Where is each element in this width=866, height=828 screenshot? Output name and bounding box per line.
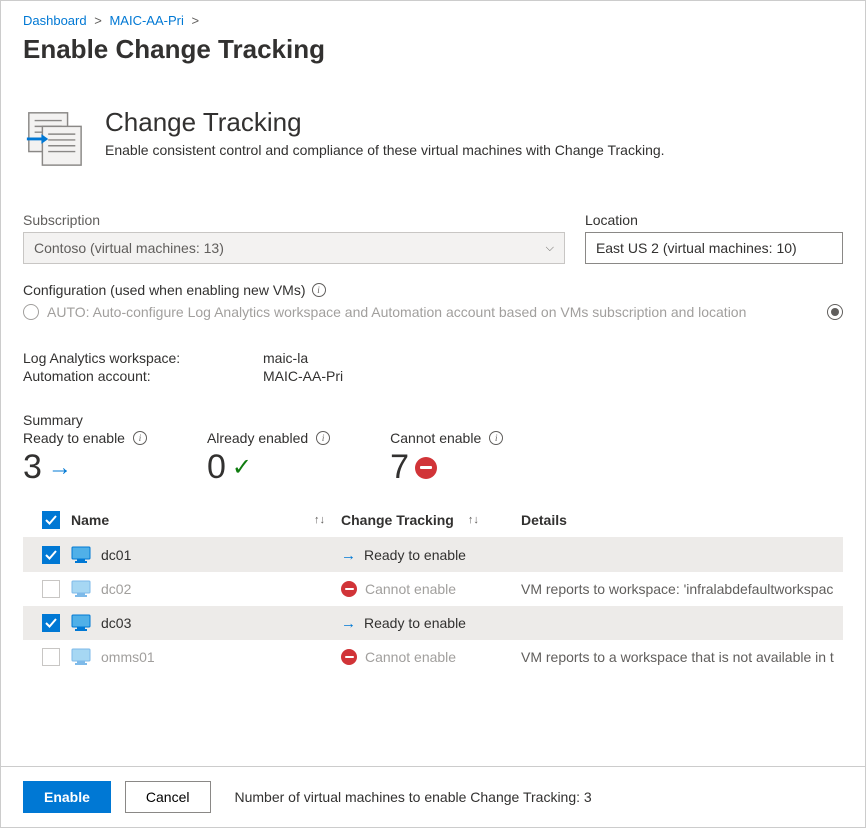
subscription-select[interactable]: Contoso (virtual machines: 13) ⌵: [23, 232, 565, 264]
log-analytics-workspace-label: Log Analytics workspace:: [23, 350, 263, 366]
info-icon[interactable]: i: [489, 431, 503, 445]
error-icon: [415, 457, 437, 479]
table-row[interactable]: dc02 Cannot enable VM reports to workspa…: [23, 572, 843, 606]
row-checkbox[interactable]: [42, 546, 60, 564]
automation-account-value: MAIC-AA-Pri: [263, 368, 343, 384]
page-title: Enable Change Tracking: [23, 34, 843, 65]
summary-label: Summary: [23, 412, 843, 428]
chevron-right-icon: >: [191, 13, 199, 28]
hero-subtitle: Enable consistent control and compliance…: [105, 142, 665, 158]
table-row[interactable]: dc03 → Ready to enable: [23, 606, 843, 640]
arrow-right-icon: →: [341, 547, 356, 564]
info-icon[interactable]: i: [133, 431, 147, 445]
table-body: dc01 → Ready to enable dc02 Cannot enabl…: [23, 538, 843, 674]
vm-details: VM reports to workspace: 'infralabdefaul…: [521, 581, 843, 597]
vm-name: dc02: [101, 581, 131, 597]
summary-ready-label: Ready to enable: [23, 430, 125, 446]
location-value: East US 2 (virtual machines: 10): [596, 233, 797, 263]
summary-ready: Ready to enable i 3 →: [23, 430, 147, 487]
summary-cannot-count: 7: [390, 448, 409, 487]
breadcrumb-dashboard[interactable]: Dashboard: [23, 13, 87, 28]
radio-auto-label: AUTO: Auto-configure Log Analytics works…: [47, 304, 746, 320]
vm-status: Ready to enable: [364, 547, 466, 563]
column-status-header[interactable]: Change Tracking: [341, 512, 454, 528]
subscription-label: Subscription: [23, 212, 565, 228]
row-checkbox: [42, 648, 60, 666]
vm-icon: [71, 614, 91, 632]
column-details-header[interactable]: Details: [521, 512, 567, 528]
summary-ready-count: 3: [23, 448, 42, 487]
table-row[interactable]: dc01 → Ready to enable: [23, 538, 843, 572]
info-icon[interactable]: i: [312, 283, 326, 297]
table-header: Name ↑↓ Change Tracking ↑↓ Details: [23, 503, 843, 538]
vm-name: omms01: [101, 649, 155, 665]
arrow-right-icon: →: [341, 615, 356, 632]
automation-account-label: Automation account:: [23, 368, 263, 384]
check-icon: ✓: [232, 453, 252, 482]
footer-status-text: Number of virtual machines to enable Cha…: [235, 789, 592, 805]
table-row[interactable]: omms01 Cannot enable VM reports to a wor…: [23, 640, 843, 674]
radio-auto[interactable]: [23, 304, 39, 320]
breadcrumb-resource[interactable]: MAIC-AA-Pri: [109, 13, 183, 28]
row-checkbox[interactable]: [42, 614, 60, 632]
column-name-header[interactable]: Name: [71, 512, 109, 528]
vm-status: Ready to enable: [364, 615, 466, 631]
chevron-right-icon: >: [94, 13, 102, 28]
summary-already: Already enabled i 0 ✓: [207, 430, 330, 487]
select-all-checkbox[interactable]: [42, 511, 60, 529]
vm-icon: [71, 648, 91, 666]
vm-icon: [71, 546, 91, 564]
vm-status: Cannot enable: [365, 581, 456, 597]
vm-name: dc03: [101, 615, 131, 631]
info-icon[interactable]: i: [316, 431, 330, 445]
summary-cannot: Cannot enable i 7: [390, 430, 503, 487]
error-icon: [341, 649, 357, 665]
log-analytics-workspace-value: maic-la: [263, 350, 308, 366]
chevron-down-icon: ⌵: [546, 233, 554, 263]
location-label: Location: [585, 212, 843, 228]
sort-icon[interactable]: ↑↓: [314, 514, 325, 526]
hero-title: Change Tracking: [105, 107, 665, 138]
summary-already-label: Already enabled: [207, 430, 308, 446]
breadcrumb: Dashboard > MAIC-AA-Pri >: [23, 13, 843, 28]
vm-details: VM reports to a workspace that is not av…: [521, 649, 843, 665]
cancel-button[interactable]: Cancel: [125, 781, 211, 813]
radio-custom[interactable]: [827, 304, 843, 320]
location-select[interactable]: East US 2 (virtual machines: 10): [585, 232, 843, 264]
error-icon: [341, 581, 357, 597]
summary-already-count: 0: [207, 448, 226, 487]
arrow-right-icon: →: [48, 454, 72, 482]
change-tracking-icon: [23, 107, 85, 172]
subscription-value: Contoso (virtual machines: 13): [34, 233, 224, 263]
hero-section: Change Tracking Enable consistent contro…: [23, 107, 843, 172]
row-checkbox: [42, 580, 60, 598]
footer: Enable Cancel Number of virtual machines…: [1, 766, 865, 827]
configuration-label: Configuration (used when enabling new VM…: [23, 282, 306, 298]
vm-status: Cannot enable: [365, 649, 456, 665]
vm-icon: [71, 580, 91, 598]
sort-icon[interactable]: ↑↓: [468, 514, 479, 526]
summary-cannot-label: Cannot enable: [390, 430, 481, 446]
enable-button[interactable]: Enable: [23, 781, 111, 813]
vm-name: dc01: [101, 547, 131, 563]
